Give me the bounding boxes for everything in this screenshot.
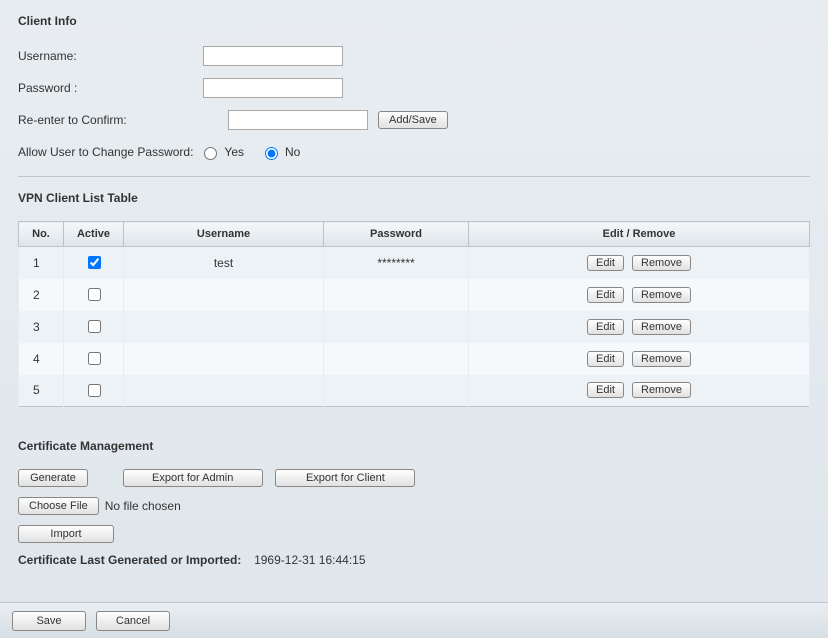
edit-button[interactable]: Edit [587,255,624,271]
allow-change-no-radio[interactable] [265,147,278,160]
cell-active [64,375,124,407]
cert-last-label: Certificate Last Generated or Imported: [18,553,241,567]
allow-change-no-label: No [285,145,300,159]
add-save-button[interactable]: Add/Save [378,111,448,129]
cell-username [124,279,324,311]
allow-change-label: Allow User to Change Password: [18,145,193,159]
cell-active [64,247,124,279]
confirm-input[interactable] [228,110,368,130]
active-checkbox[interactable] [88,288,101,301]
edit-button[interactable]: Edit [587,287,624,303]
cell-username [124,311,324,343]
cell-editremove: Edit Remove [469,311,810,343]
cell-editremove: Edit Remove [469,247,810,279]
client-info-title: Client Info [18,14,810,28]
password-input[interactable] [203,78,343,98]
cell-active [64,279,124,311]
vpn-client-table: No. Active Username Password Edit / Remo… [18,221,810,407]
cancel-button[interactable]: Cancel [96,611,170,631]
cell-no: 3 [19,311,64,343]
cell-no: 1 [19,247,64,279]
allow-change-yes-label: Yes [224,145,244,159]
cell-no: 4 [19,343,64,375]
active-checkbox[interactable] [88,384,101,397]
username-input[interactable] [203,46,343,66]
cell-password [324,375,469,407]
cert-last-value: 1969-12-31 16:44:15 [254,553,365,567]
table-row: 1 test******** Edit Remove [19,247,810,279]
cell-username: test [124,247,324,279]
table-row: 5 Edit Remove [19,375,810,407]
export-client-button[interactable]: Export for Client [275,469,415,487]
cell-editremove: Edit Remove [469,343,810,375]
cell-no: 2 [19,279,64,311]
password-label: Password : [18,81,203,95]
allow-change-yes-radio[interactable] [204,147,217,160]
table-row: 3 Edit Remove [19,311,810,343]
th-no: No. [19,222,64,247]
th-active: Active [64,222,124,247]
export-admin-button[interactable]: Export for Admin [123,469,263,487]
edit-button[interactable]: Edit [587,351,624,367]
choose-file-button[interactable]: Choose File [18,497,99,515]
confirm-label: Re-enter to Confirm: [18,113,228,127]
cell-username [124,375,324,407]
table-row: 4 Edit Remove [19,343,810,375]
cell-password [324,343,469,375]
no-file-label: No file chosen [105,499,181,513]
th-editremove: Edit / Remove [469,222,810,247]
cell-editremove: Edit Remove [469,279,810,311]
remove-button[interactable]: Remove [632,255,691,271]
cell-password [324,279,469,311]
username-label: Username: [18,49,203,63]
remove-button[interactable]: Remove [632,382,691,398]
cell-active [64,311,124,343]
cell-editremove: Edit Remove [469,375,810,407]
table-row: 2 Edit Remove [19,279,810,311]
active-checkbox[interactable] [88,352,101,365]
divider [18,176,810,177]
cert-title: Certificate Management [18,439,810,453]
remove-button[interactable]: Remove [632,319,691,335]
vpn-table-title: VPN Client List Table [18,191,810,205]
cell-password [324,311,469,343]
th-username: Username [124,222,324,247]
generate-button[interactable]: Generate [18,469,88,487]
save-button[interactable]: Save [12,611,86,631]
cell-username [124,343,324,375]
cell-no: 5 [19,375,64,407]
cell-active [64,343,124,375]
active-checkbox[interactable] [88,256,101,269]
footer-bar: Save Cancel [0,602,828,638]
remove-button[interactable]: Remove [632,351,691,367]
edit-button[interactable]: Edit [587,319,624,335]
remove-button[interactable]: Remove [632,287,691,303]
cell-password: ******** [324,247,469,279]
th-password: Password [324,222,469,247]
import-button[interactable]: Import [18,525,114,543]
active-checkbox[interactable] [88,320,101,333]
edit-button[interactable]: Edit [587,382,624,398]
